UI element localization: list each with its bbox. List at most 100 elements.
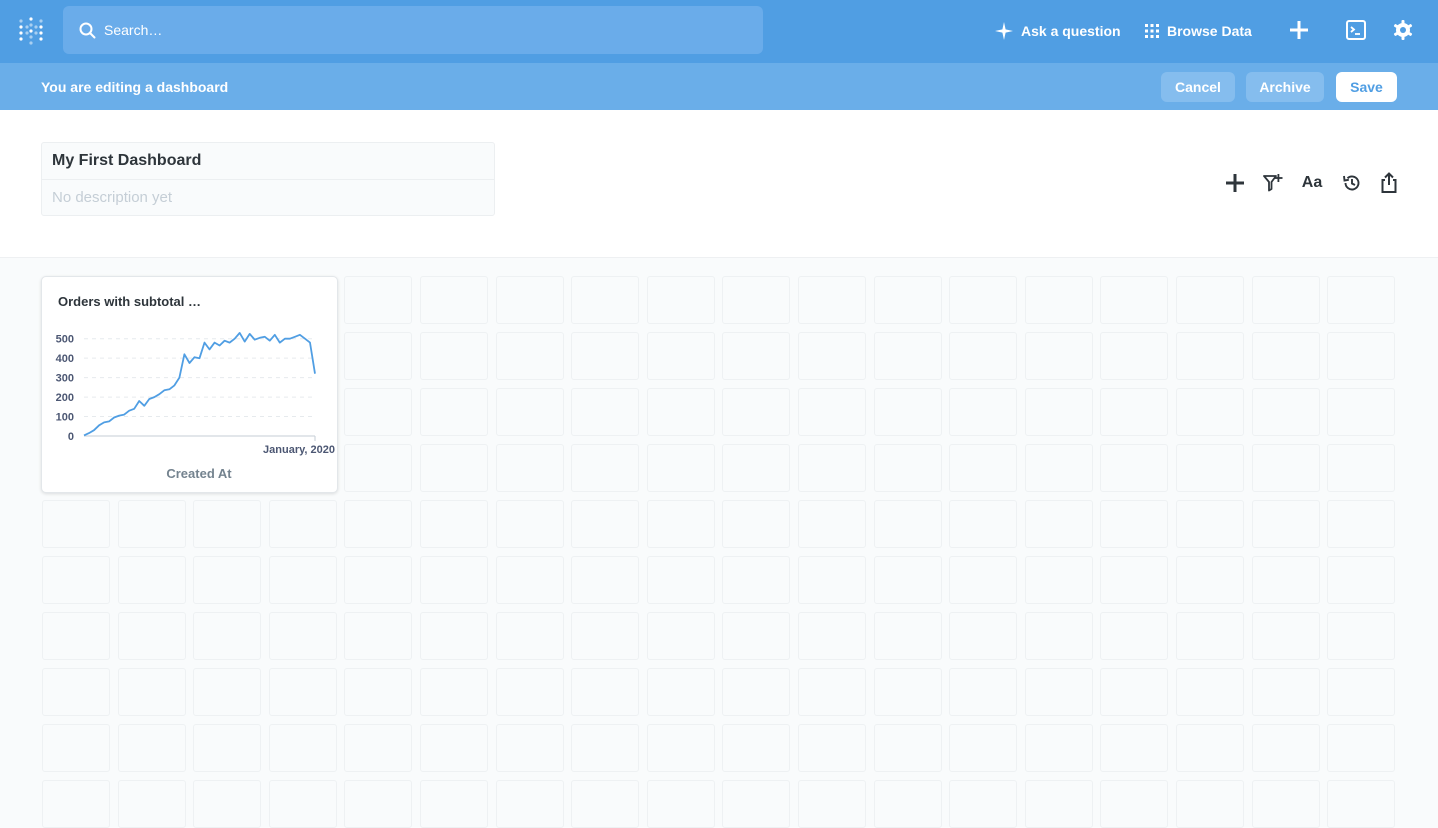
grid-cell xyxy=(1024,388,1093,436)
grid-cell xyxy=(1024,724,1093,772)
dashboard-card[interactable]: Orders with subtotal … 0 100 200 300 400 500 J… xyxy=(41,276,338,493)
metabase-logo-icon[interactable] xyxy=(18,16,44,46)
grid-cell xyxy=(646,332,715,380)
revision-history-button[interactable] xyxy=(1341,172,1363,194)
grid-cell xyxy=(42,724,110,772)
grid-cell xyxy=(571,444,640,492)
grid-cell xyxy=(1024,556,1093,604)
grid-cell xyxy=(949,612,1018,660)
sql-editor-icon[interactable] xyxy=(1346,20,1366,40)
grid-cell xyxy=(646,668,715,716)
grid-cell xyxy=(571,668,640,716)
y-tick-label: 300 xyxy=(56,373,74,385)
grid-cell xyxy=(1176,388,1244,436)
dashboard-description-input[interactable]: No description yet xyxy=(42,180,494,216)
grid-cell xyxy=(268,612,337,660)
grid-cell xyxy=(42,612,110,660)
add-text-button[interactable]: Aa xyxy=(1300,172,1324,194)
grid-cell xyxy=(420,388,488,436)
grid-cell xyxy=(722,500,791,548)
grid-cell xyxy=(646,780,715,828)
grid-cell xyxy=(873,276,942,324)
grid-cell xyxy=(268,780,337,828)
grid-cell xyxy=(420,276,488,324)
edit-mode-bar: You are editing a dashboard Cancel Archi… xyxy=(0,63,1438,110)
grid-cell xyxy=(1251,388,1320,436)
text-icon: Aa xyxy=(1301,174,1323,191)
ask-question-label: Ask a question xyxy=(1021,23,1121,39)
grid-cell xyxy=(42,780,110,828)
dashboard-title-editor: My First Dashboard No description yet xyxy=(41,142,495,216)
grid-cell xyxy=(722,724,791,772)
grid-cell xyxy=(117,668,186,716)
grid-cell xyxy=(420,612,488,660)
grid-cell xyxy=(722,388,791,436)
grid-cell xyxy=(193,556,262,604)
grid-cell xyxy=(1024,444,1093,492)
grid-cell xyxy=(420,444,488,492)
y-tick-label: 0 xyxy=(68,431,74,443)
grid-cell xyxy=(1327,332,1396,380)
grid-cell xyxy=(949,276,1018,324)
grid-cell xyxy=(1251,668,1320,716)
grid-cell xyxy=(571,556,640,604)
add-filter-button[interactable] xyxy=(1262,172,1284,194)
grid-cell xyxy=(1176,780,1244,828)
grid-cell xyxy=(344,276,413,324)
grid-cell xyxy=(873,388,942,436)
search-bar[interactable]: Search… xyxy=(63,6,763,54)
filter-add-icon xyxy=(1263,174,1283,192)
grid-cell xyxy=(1327,444,1396,492)
grid-cell xyxy=(268,556,337,604)
grid-cell xyxy=(646,612,715,660)
browse-data-button[interactable]: Browse Data xyxy=(1145,20,1252,42)
grid-cell xyxy=(1251,500,1320,548)
search-placeholder: Search… xyxy=(104,22,163,38)
grid-cell xyxy=(1251,724,1320,772)
grid-cell xyxy=(1176,444,1244,492)
grid-cell xyxy=(798,612,866,660)
grid-cell xyxy=(1176,724,1244,772)
grid-cell xyxy=(495,724,564,772)
grid-cell xyxy=(722,444,791,492)
grid-cell xyxy=(949,668,1018,716)
grid-cell xyxy=(798,780,866,828)
grid-cell xyxy=(420,332,488,380)
dashboard-title-input[interactable]: My First Dashboard xyxy=(42,143,494,180)
new-plus-icon[interactable] xyxy=(1289,20,1309,40)
grid-cell xyxy=(949,556,1018,604)
grid-cell xyxy=(798,724,866,772)
grid-icon xyxy=(1145,24,1159,38)
grid-cell xyxy=(495,276,564,324)
grid-cell xyxy=(1327,388,1396,436)
grid-cell xyxy=(571,332,640,380)
grid-cell xyxy=(722,276,791,324)
grid-cell xyxy=(117,612,186,660)
grid-cell xyxy=(949,332,1018,380)
gear-icon[interactable] xyxy=(1393,20,1413,40)
grid-cell xyxy=(1327,556,1396,604)
share-button[interactable] xyxy=(1378,172,1400,194)
grid-cell xyxy=(646,724,715,772)
cancel-button[interactable]: Cancel xyxy=(1161,72,1235,102)
grid-cell xyxy=(1327,724,1396,772)
grid-cell xyxy=(1100,556,1169,604)
archive-button[interactable]: Archive xyxy=(1246,72,1324,102)
grid-cell xyxy=(495,332,564,380)
grid-cell xyxy=(873,668,942,716)
grid-cell xyxy=(268,500,337,548)
grid-cell xyxy=(873,500,942,548)
grid-cell xyxy=(193,612,262,660)
grid-cell xyxy=(268,724,337,772)
ask-question-button[interactable]: Ask a question xyxy=(995,20,1121,42)
save-button[interactable]: Save xyxy=(1336,72,1397,102)
y-tick-label: 400 xyxy=(56,353,74,365)
grid-cell xyxy=(193,724,262,772)
grid-cell xyxy=(949,388,1018,436)
add-question-button[interactable] xyxy=(1224,172,1246,194)
grid-cell xyxy=(420,724,488,772)
x-axis-label: Created At xyxy=(166,466,232,481)
grid-cell xyxy=(1100,500,1169,548)
grid-cell xyxy=(1100,668,1169,716)
x-tick-label: January, 2020 xyxy=(263,444,335,456)
